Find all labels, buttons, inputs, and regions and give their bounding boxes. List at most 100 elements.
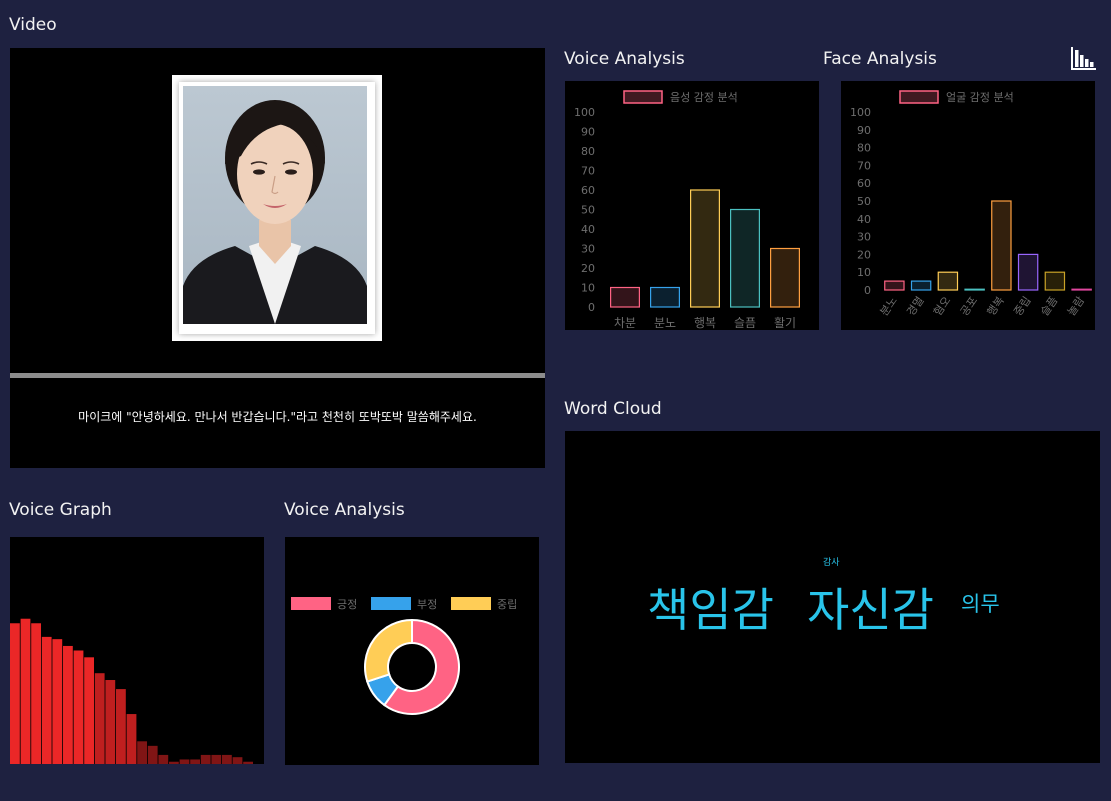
bar [94, 673, 105, 764]
y-tick-label: 70 [581, 165, 595, 178]
sentiment-doughnut-chart: 긍정 부정 중립 [291, 597, 517, 715]
legend-label: 얼굴 감정 분석 [946, 90, 1014, 104]
word-cloud-panel: 감사 책임감 자신감 의무 [565, 431, 1100, 763]
y-tick-label: 50 [857, 195, 871, 208]
legend-swatch [451, 597, 491, 610]
voice-emotion-chart: 음성 감정 분석 0 10 20 30 40 50 60 70 80 90 100 차분 분노 행복 슬픔 활기 [574, 90, 801, 330]
x-tick-label: 분노 [878, 294, 900, 318]
y-tick-label: 90 [857, 124, 871, 137]
video-title: Video [9, 15, 57, 35]
bar [147, 745, 158, 764]
x-tick-label: 행복 [694, 315, 716, 330]
profile-photo-frame [172, 75, 382, 341]
y-tick-label: 40 [581, 223, 595, 236]
y-tick-label: 20 [857, 248, 871, 261]
x-tick-label: 행복 [985, 294, 1007, 318]
bar [31, 623, 41, 764]
bar [730, 208, 761, 308]
bar [232, 757, 243, 764]
legend-label: 부정 [417, 598, 437, 611]
y-tick-label: 10 [857, 266, 871, 279]
y-tick-label: 10 [581, 282, 595, 295]
y-tick-label: 60 [857, 177, 871, 190]
x-tick-label: 공포 [958, 294, 980, 318]
bar [991, 200, 1012, 291]
x-tick-label: 중립 [1011, 294, 1033, 318]
y-tick-label: 20 [581, 262, 595, 275]
bar [1071, 288, 1092, 291]
y-tick-label: 30 [857, 231, 871, 244]
y-tick-label: 50 [581, 204, 595, 217]
profile-photo [183, 86, 367, 324]
bar [1017, 253, 1039, 291]
voice-analysis-title: Voice Analysis [564, 49, 685, 69]
y-tick-label: 0 [864, 284, 871, 297]
video-panel: 마이크에 "안녕하세요. 만나서 반갑습니다."라고 천천히 또박또박 말씀해주… [10, 48, 545, 468]
x-tick-label: 슬픔 [1038, 294, 1060, 318]
bar [222, 754, 232, 764]
y-tick-label: 30 [581, 243, 595, 256]
voice-graph-chart [10, 618, 253, 764]
bar [126, 714, 137, 764]
legend-swatch [371, 597, 411, 610]
face-analysis-title: Face Analysis [823, 49, 937, 69]
bar [1044, 271, 1066, 291]
bar [41, 636, 52, 764]
y-tick-label: 80 [857, 142, 871, 155]
legend-label: 음성 감정 분석 [670, 91, 738, 104]
bar [137, 741, 147, 764]
word-cloud-word: 책임감 [647, 583, 774, 637]
face-emotion-chart: 얼굴 감정 분석 0 10 20 30 40 50 60 70 80 90 100 분노 경멸 혐오 공포 행복… [850, 90, 1092, 318]
pie-slice [364, 618, 413, 683]
x-tick-label: 분노 [654, 316, 676, 330]
bar [10, 623, 20, 764]
bar [169, 761, 179, 764]
bar [211, 754, 222, 764]
bar [116, 689, 126, 764]
x-tick-label: 혐오 [931, 294, 953, 318]
sentiment-analysis-title: Voice Analysis [284, 500, 405, 520]
y-tick-label: 90 [581, 126, 595, 139]
x-tick-label: 활기 [774, 316, 796, 330]
bar [200, 754, 211, 764]
word-cloud-word: 자신감 [807, 583, 934, 637]
legend-swatch [899, 90, 939, 104]
voice-graph-title: Voice Graph [9, 500, 112, 520]
x-tick-label: 차분 [614, 316, 636, 330]
bar [190, 759, 200, 764]
bar [964, 288, 985, 291]
bar [52, 639, 63, 764]
voice-emotion-chart-panel: 음성 감정 분석 0 10 20 30 40 50 60 70 80 90 100 차분 분노 행복 슬픔 활기 [565, 81, 819, 330]
sentiment-chart-panel: 긍정 부정 중립 [285, 537, 539, 765]
bar [937, 271, 959, 291]
y-tick-label: 100 [574, 106, 595, 119]
x-tick-label: 놀람 [1065, 294, 1087, 318]
voice-graph-panel [10, 537, 264, 764]
bar [910, 280, 932, 291]
face-emotion-chart-panel: 얼굴 감정 분석 0 10 20 30 40 50 60 70 80 90 100 분노 경멸 혐오 공포 행복… [841, 81, 1095, 330]
x-tick-label: 경멸 [904, 294, 926, 318]
y-tick-label: 70 [857, 159, 871, 172]
legend-swatch [623, 90, 663, 104]
bar [609, 286, 640, 308]
x-tick-label: 슬픔 [734, 316, 756, 330]
word-cloud-word: 의무 [961, 592, 1000, 616]
bar [105, 680, 116, 764]
bar [649, 286, 680, 308]
bar [884, 280, 905, 291]
y-tick-label: 100 [850, 106, 871, 119]
bar-chart-icon[interactable] [1071, 46, 1097, 70]
bar [179, 759, 190, 764]
bar [63, 645, 73, 764]
legend-label: 긍정 [337, 598, 357, 611]
y-tick-label: 40 [857, 213, 871, 226]
bar [770, 247, 801, 308]
bar [73, 650, 84, 764]
y-tick-label: 60 [581, 184, 595, 197]
legend-swatch [291, 597, 331, 610]
bar [20, 618, 31, 764]
bar [689, 189, 720, 308]
video-progress-bar[interactable] [10, 373, 545, 378]
word-cloud-title: Word Cloud [564, 399, 662, 419]
bar [158, 754, 169, 764]
